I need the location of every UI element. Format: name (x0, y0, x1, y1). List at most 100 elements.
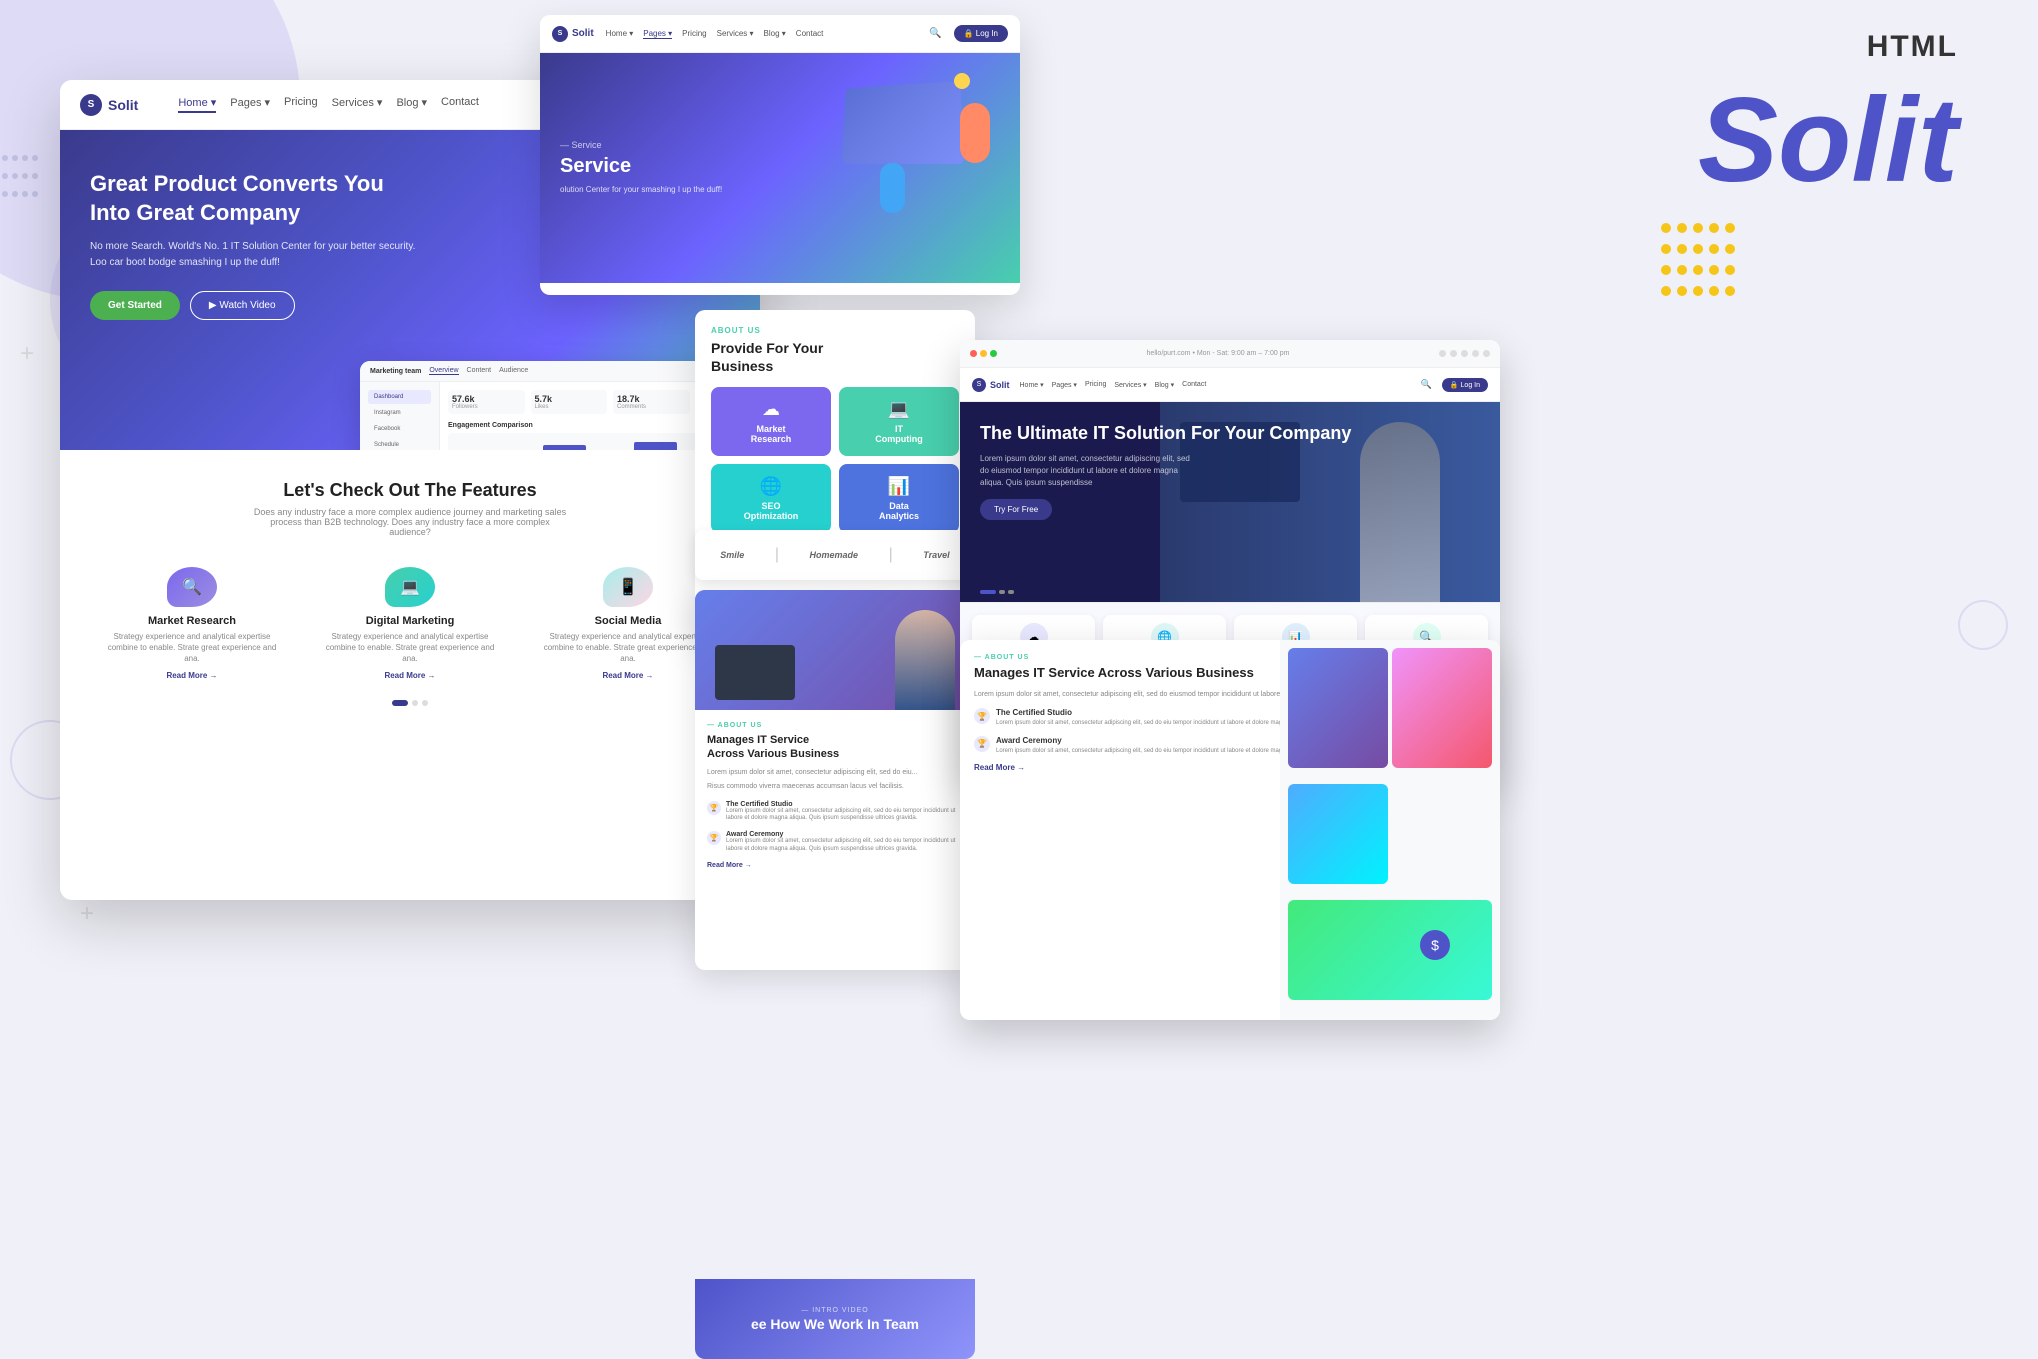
s4-hero: The Ultimate IT Solution For Your Compan… (960, 402, 1500, 602)
about-item-1: 🏆 The Certified Studio Lorem ipsum dolor… (707, 801, 963, 824)
service-card-market-research[interactable]: ☁ MarketResearch (711, 387, 831, 456)
feature-1-link[interactable]: Read More → (100, 671, 284, 680)
nav-pricing[interactable]: Pricing (284, 96, 318, 113)
tab-audience[interactable]: Audience (499, 367, 528, 375)
bar-5 (634, 442, 677, 450)
main-logo-text: Solit (108, 97, 138, 113)
stat-1: 57.6k Followers (448, 390, 525, 414)
s4-nav-contact[interactable]: Contact (1182, 381, 1206, 389)
hero-section: Great Product Converts You Into Great Co… (60, 130, 760, 450)
carousel-dots (90, 690, 730, 716)
tab-content[interactable]: Content (467, 367, 492, 375)
dashboard-tabs: Overview Content Audience (429, 367, 528, 375)
about-text-2: Risus commodo viverra maecenas accumsan … (707, 782, 963, 793)
sidebar-item-dashboard[interactable]: Dashboard (368, 390, 431, 404)
s4-slider-dots (980, 590, 1014, 594)
browser-dots (970, 350, 997, 357)
nav-services[interactable]: Services ▾ (332, 96, 383, 113)
s4-dot-3[interactable] (1008, 590, 1014, 594)
s2-search-icon[interactable]: 🔍 (929, 28, 941, 39)
feature-2-link[interactable]: Read More → (318, 671, 502, 680)
browser-ctrl-1 (1439, 350, 1446, 357)
s5-layout: — ABOUT US Manages IT Service Across Var… (960, 640, 1500, 1020)
main-logo: S Solit (80, 94, 138, 116)
stat-2: 5.7k Likes (531, 390, 608, 414)
service-card-seo[interactable]: 🌐 SEOOptimization (711, 464, 831, 533)
hero-buttons: Get Started ▶ Watch Video (90, 291, 730, 320)
get-started-button[interactable]: Get Started (90, 291, 180, 320)
s5-photo-grid (1280, 640, 1500, 1020)
dot-3[interactable] (422, 700, 428, 706)
s2-service-label: — Service (560, 140, 722, 150)
nav-contact[interactable]: Contact (441, 96, 479, 113)
brand-travel: Travel (923, 550, 949, 560)
service-card-it-computing[interactable]: 💻 ITComputing (839, 387, 959, 456)
feature-1-title: Market Research (100, 615, 284, 627)
intro-content: — INTRO VIDEO ee How We Work In Team (751, 1307, 919, 1332)
laptop-illustration (715, 645, 795, 700)
s5-photo-1 (1288, 648, 1388, 768)
s2-nav-pricing[interactable]: Pricing (682, 29, 706, 39)
s5-photo-2 (1392, 648, 1492, 768)
s4-nav-services[interactable]: Services ▾ (1114, 381, 1146, 389)
award-title: Award Ceremony (726, 831, 963, 838)
s2-nav-services[interactable]: Services ▾ (717, 29, 754, 39)
feature-3-icon: 📱 (603, 567, 653, 607)
browser-ctrl-2 (1450, 350, 1457, 357)
about-items: 🏆 The Certified Studio Lorem ipsum dolor… (707, 801, 963, 854)
s4-nav-pricing[interactable]: Pricing (1085, 381, 1106, 389)
stat-1-label: Followers (452, 404, 521, 410)
features-grid: 🔍 Market Research Strategy experience an… (90, 557, 730, 690)
plus-decoration: + (20, 340, 34, 368)
sidebar-item-instagram[interactable]: Instagram (368, 406, 431, 420)
dot-1[interactable] (392, 700, 408, 706)
s4-nav-blog[interactable]: Blog ▾ (1155, 381, 1174, 389)
dot-2[interactable] (412, 700, 418, 706)
s4-nav-pages[interactable]: Pages ▾ (1052, 381, 1077, 389)
try-for-free-button[interactable]: Try For Free (980, 499, 1052, 520)
read-more-link[interactable]: Read More → (707, 862, 963, 869)
s2-logo-icon: S (552, 26, 568, 42)
feature-2-text: Strategy experience and analytical exper… (318, 631, 502, 665)
nav-home[interactable]: Home ▾ (178, 96, 216, 113)
s4-nav-home[interactable]: Home ▾ (1020, 381, 1044, 389)
sidebar-item-schedule[interactable]: Schedule (368, 438, 431, 450)
main-logo-icon: S (80, 94, 102, 116)
feature-3-link[interactable]: Read More → (536, 671, 720, 680)
stat-3-label: Comments (617, 404, 686, 410)
s2-nav-contact[interactable]: Contact (796, 29, 824, 39)
watch-video-button[interactable]: ▶ Watch Video (190, 291, 295, 320)
about-item-2: 🏆 Award Ceremony Lorem ipsum dolor sit a… (707, 831, 963, 854)
s2-nav-blog[interactable]: Blog ▾ (764, 29, 786, 39)
s2-nav-pages[interactable]: Pages ▾ (643, 29, 672, 39)
sidebar-item-facebook[interactable]: Facebook (368, 422, 431, 436)
service-card-data-analytics[interactable]: 📊 DataAnalytics (839, 464, 959, 533)
s4-dot-active[interactable] (980, 590, 996, 594)
stat-2-label: Likes (535, 404, 604, 410)
stat-2-value: 5.7k (535, 394, 604, 404)
s4-hero-content: The Ultimate IT Solution For Your Compan… (980, 422, 1351, 520)
nav-blog[interactable]: Blog ▾ (396, 96, 427, 113)
bar-3 (543, 445, 586, 450)
features-subtitle: Does any industry face a more complex au… (250, 507, 570, 537)
about-text: Lorem ipsum dolor sit amet, consectetur … (707, 768, 963, 779)
s4-login-button[interactable]: 🔒 Log In (1442, 378, 1488, 392)
s2-login-button[interactable]: 🔒 Log In (954, 25, 1008, 42)
html-label: HTML (1867, 30, 1958, 64)
s4-dot-2[interactable] (999, 590, 1005, 594)
feature-2-title: Digital Marketing (318, 615, 502, 627)
brand-logos: Smile | Homemade | Travel (695, 530, 975, 580)
s2-nav-home[interactable]: Home ▾ (606, 29, 634, 39)
yellow-dots-decoration (1658, 220, 1738, 304)
intro-section: — INTRO VIDEO ee How We Work In Team (695, 1279, 975, 1359)
s4-search-icon[interactable]: 🔍 (1421, 379, 1432, 390)
features-section: Let's Check Out The Features Does any in… (60, 450, 760, 736)
stat-3: 18.7k Comments (613, 390, 690, 414)
data-analytics-title: DataAnalytics (847, 501, 951, 521)
nav-pages[interactable]: Pages ▾ (230, 96, 270, 113)
tab-overview[interactable]: Overview (429, 367, 458, 375)
main-screenshot: S Solit Home ▾ Pages ▾ Pricing Services … (60, 80, 760, 900)
s4-logo-icon: S (972, 378, 986, 392)
feature-card-1: 🔍 Market Research Strategy experience an… (90, 557, 294, 690)
stat-1-value: 57.6k (452, 394, 521, 404)
